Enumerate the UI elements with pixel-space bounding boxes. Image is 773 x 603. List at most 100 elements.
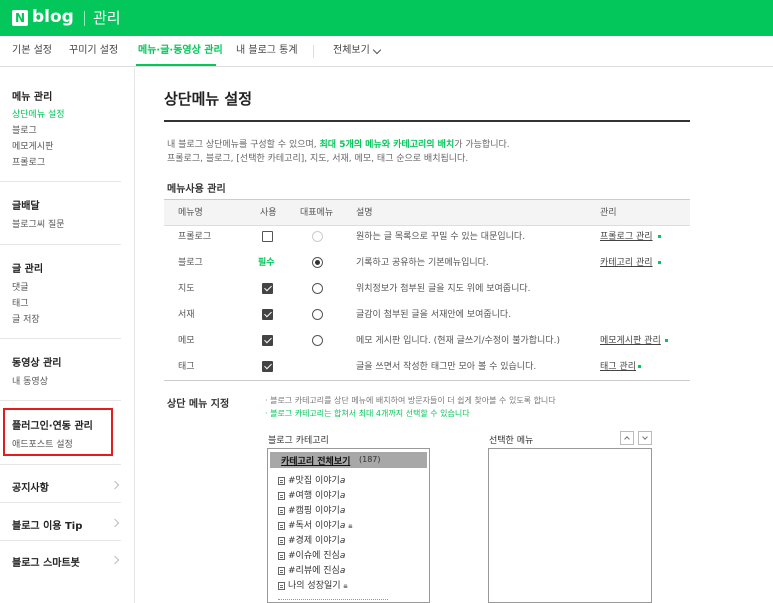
- required-label: 필수: [258, 258, 275, 268]
- use-checkbox[interactable]: [262, 283, 273, 294]
- sidebar-item-blog[interactable]: 블로그: [12, 123, 37, 136]
- menu-name: 프롤로그: [178, 232, 212, 242]
- menu-desc: 글을 쓰면서 작성한 태그만 모아 볼 수 있습니다.: [356, 362, 537, 372]
- category-listbox[interactable]: 카테고리 전체보기 (187) #맛집 이야기a #여행 이야기a #캠핑 이야…: [267, 448, 430, 603]
- chevron-up-icon: [624, 436, 630, 442]
- header-title[interactable]: 관리: [93, 8, 121, 28]
- tab-blog-stats[interactable]: 내 블로그 통계: [236, 36, 298, 67]
- lock-icon: 🔒︎: [343, 581, 348, 590]
- table-row: 서재 글감이 첨부된 글을 서재안에 보여줍니다.: [164, 302, 690, 328]
- category-icon: [278, 492, 285, 500]
- sidebar-link-notice[interactable]: 공지사항: [12, 479, 49, 494]
- col-header-use: 사용: [260, 208, 277, 218]
- new-mark: a: [339, 491, 346, 501]
- new-mark: a: [339, 566, 346, 576]
- category-icon: [278, 477, 285, 485]
- new-mark: a: [339, 536, 346, 546]
- col-header-rep: 대표메뉴: [300, 208, 334, 218]
- menu-desc: 위치정보가 첨부된 글을 지도 위에 보여줍니다.: [356, 284, 531, 294]
- sidebar-link-tips[interactable]: 블로그 이용 Tip: [12, 517, 82, 532]
- nav-divider: [313, 45, 314, 58]
- category-icon: [278, 522, 285, 530]
- sidebar-item-comments[interactable]: 댓글: [12, 280, 29, 293]
- sidebar-divider: [0, 244, 121, 245]
- link-dot-icon: [658, 235, 661, 238]
- sidebar-item-blogc-question[interactable]: 블로그씨 질문: [12, 217, 65, 230]
- category-icon: [278, 537, 285, 545]
- naver-logo-icon[interactable]: N: [12, 10, 28, 26]
- rep-radio[interactable]: [312, 309, 323, 320]
- category-list-label: 블로그 카테고리: [268, 436, 329, 446]
- sidebar-item-memo-board[interactable]: 메모게시판: [12, 139, 53, 152]
- sidebar-item-tags[interactable]: 태그: [12, 296, 29, 309]
- sidebar-divider: [0, 502, 121, 503]
- category-icon: [278, 582, 285, 590]
- menu-desc: 메모 게시판 입니다. (현재 글쓰기/수정이 불가합니다.): [356, 336, 560, 346]
- category-icon: [278, 552, 285, 560]
- note-line-2: · 블로그 카테고리는 합쳐서 최대 4개까지 선택할 수 있습니다: [265, 409, 470, 418]
- lock-icon: 🔒︎: [348, 521, 353, 530]
- menu-desc: 글감이 첨부된 글을 서재안에 보여줍니다.: [356, 310, 512, 320]
- header-divider: [84, 11, 85, 26]
- title-divider: [164, 120, 690, 122]
- sidebar-heading-menu: 메뉴 관리: [12, 92, 53, 103]
- new-mark: a: [339, 476, 346, 486]
- table-row: 지도 위치정보가 첨부된 글을 지도 위에 보여줍니다.: [164, 276, 690, 302]
- rep-radio[interactable]: [312, 283, 323, 294]
- use-checkbox[interactable]: [262, 309, 273, 320]
- table-row: 메모 메모 게시판 입니다. (현재 글쓰기/수정이 불가합니다.) 메모게시판…: [164, 328, 690, 354]
- rep-radio: [312, 231, 323, 242]
- manage-prologue-link[interactable]: 프롤로그 관리: [600, 224, 653, 250]
- sidebar-heading-post-manage: 글 관리: [12, 264, 44, 275]
- manage-memo-link[interactable]: 메모게시판 관리: [600, 328, 661, 354]
- col-header-name: 메뉴명: [178, 208, 203, 218]
- tab-decorate-settings[interactable]: 꾸미기 설정: [69, 36, 118, 67]
- chevron-right-icon: [110, 518, 120, 528]
- sidebar-divider: [0, 464, 121, 465]
- menu-name: 블로그: [178, 258, 203, 268]
- sidebar-item-post-save[interactable]: 글 저장: [12, 312, 40, 325]
- menu-name: 지도: [178, 284, 195, 294]
- highlight-box: [3, 408, 113, 456]
- category-all-row[interactable]: 카테고리 전체보기 (187): [270, 452, 427, 468]
- use-checkbox[interactable]: [262, 361, 273, 372]
- col-header-manage: 관리: [600, 208, 617, 218]
- menu-desc: 기록하고 공유하는 기본메뉴입니다.: [356, 258, 489, 268]
- sidebar-link-smartbot[interactable]: 블로그 스마트봇: [12, 554, 80, 569]
- category-icon: [278, 507, 285, 515]
- sidebar: 메뉴 관리 상단메뉴 설정 블로그 메모게시판 프롤로그 글배달 블로그씨 질문…: [0, 68, 135, 603]
- category-all-label[interactable]: 카테고리 전체보기: [281, 454, 350, 467]
- blog-logo[interactable]: blog: [32, 7, 74, 27]
- link-dot-icon: [658, 261, 661, 264]
- table-row: 태그 글을 쓰면서 작성한 태그만 모아 볼 수 있습니다. 태그 관리: [164, 354, 690, 380]
- menu-name: 태그: [178, 362, 195, 372]
- list-divider: [278, 599, 388, 600]
- sidebar-item-prologue[interactable]: 프롤로그: [12, 155, 45, 168]
- active-tab-indicator: [136, 64, 216, 66]
- rep-radio[interactable]: [312, 257, 323, 268]
- tab-basic-settings[interactable]: 기본 설정: [12, 36, 52, 67]
- main-nav: 기본 설정 꾸미기 설정 메뉴·글·동영상 관리 내 블로그 통계 전체보기: [0, 36, 773, 67]
- sidebar-divider: [0, 540, 121, 541]
- sidebar-item-my-videos[interactable]: 내 동영상: [12, 374, 48, 387]
- use-checkbox[interactable]: [262, 231, 273, 242]
- selected-menu-listbox[interactable]: [488, 448, 652, 603]
- chevron-down-icon[interactable]: [372, 45, 382, 55]
- sidebar-item-top-menu[interactable]: 상단메뉴 설정: [12, 107, 65, 120]
- category-icon: [278, 567, 285, 575]
- use-checkbox[interactable]: [262, 335, 273, 346]
- chevron-down-icon: [642, 434, 648, 440]
- move-down-button[interactable]: [638, 431, 652, 445]
- description-line-2: 프롤로그, 블로그, [선택한 카테고리], 지도, 서재, 메모, 태그 순으…: [167, 154, 469, 164]
- tab-menu-post-video[interactable]: 메뉴·글·동영상 관리: [138, 36, 223, 67]
- rep-radio[interactable]: [312, 335, 323, 346]
- menu-desc: 원하는 글 목록으로 꾸밀 수 있는 대문입니다.: [356, 232, 526, 242]
- new-mark: a: [339, 521, 346, 531]
- manage-tag-link[interactable]: 태그 관리: [600, 354, 636, 380]
- chevron-right-icon: [110, 555, 120, 565]
- tab-view-all[interactable]: 전체보기: [333, 36, 370, 67]
- move-up-button[interactable]: [620, 431, 634, 445]
- chevron-right-icon: [110, 480, 120, 490]
- sidebar-divider: [0, 338, 121, 339]
- manage-category-link[interactable]: 카테고리 관리: [600, 250, 653, 276]
